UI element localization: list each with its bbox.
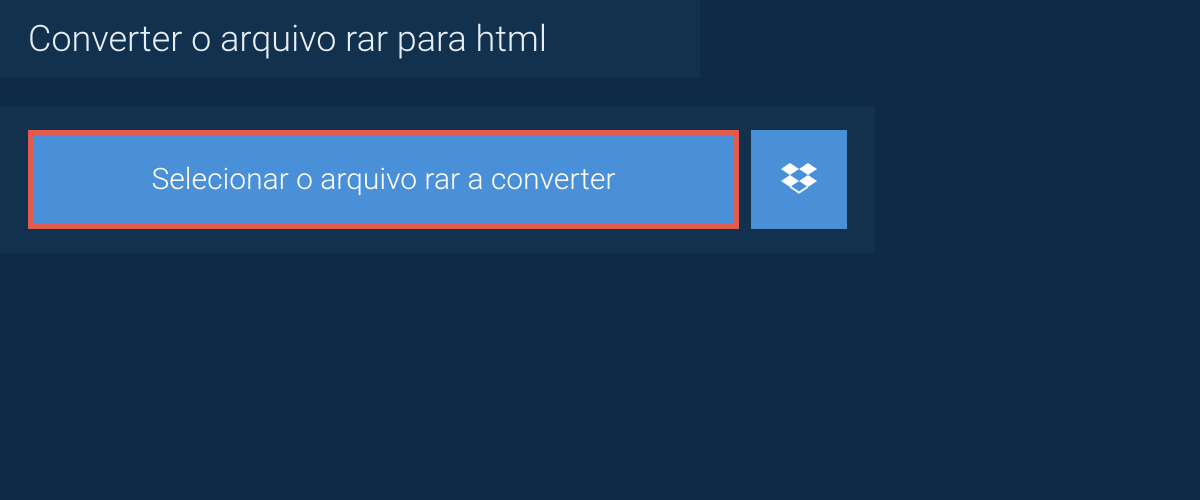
button-row: Selecionar o arquivo rar a converter — [28, 130, 847, 229]
page-title: Converter o arquivo rar para html — [28, 18, 672, 60]
dropbox-icon — [781, 160, 817, 200]
select-file-button[interactable]: Selecionar o arquivo rar a converter — [28, 130, 739, 229]
dropbox-button[interactable] — [751, 130, 847, 229]
header-bar: Converter o arquivo rar para html — [0, 0, 700, 78]
upload-panel: Selecionar o arquivo rar a converter — [0, 106, 875, 253]
